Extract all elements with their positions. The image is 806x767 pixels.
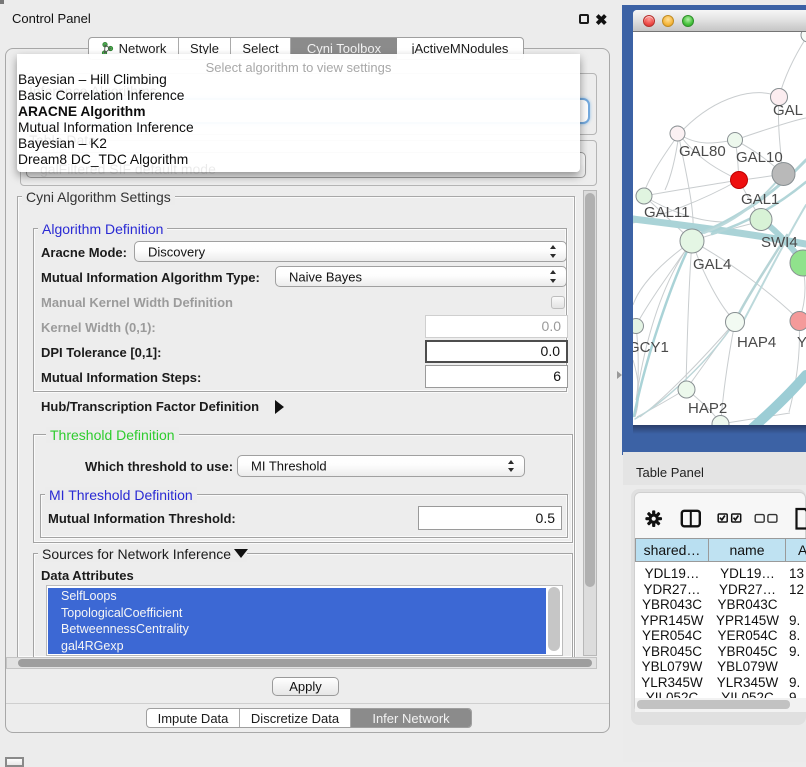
svg-text:GCY1: GCY1 [633,339,669,356]
svg-text:GAL: GAL [773,102,803,119]
svg-text:GAL10: GAL10 [736,149,783,166]
svg-text:GAL80: GAL80 [679,143,726,160]
svg-text:Y: Y [797,334,806,351]
svg-text:HAP4: HAP4 [737,334,776,351]
svg-text:GAL11: GAL11 [644,204,690,221]
svg-text:HAP2: HAP2 [688,400,727,417]
svg-text:GAL1: GAL1 [741,191,779,208]
svg-text:GAL4: GAL4 [693,256,731,273]
svg-text:SWI4: SWI4 [761,234,798,251]
